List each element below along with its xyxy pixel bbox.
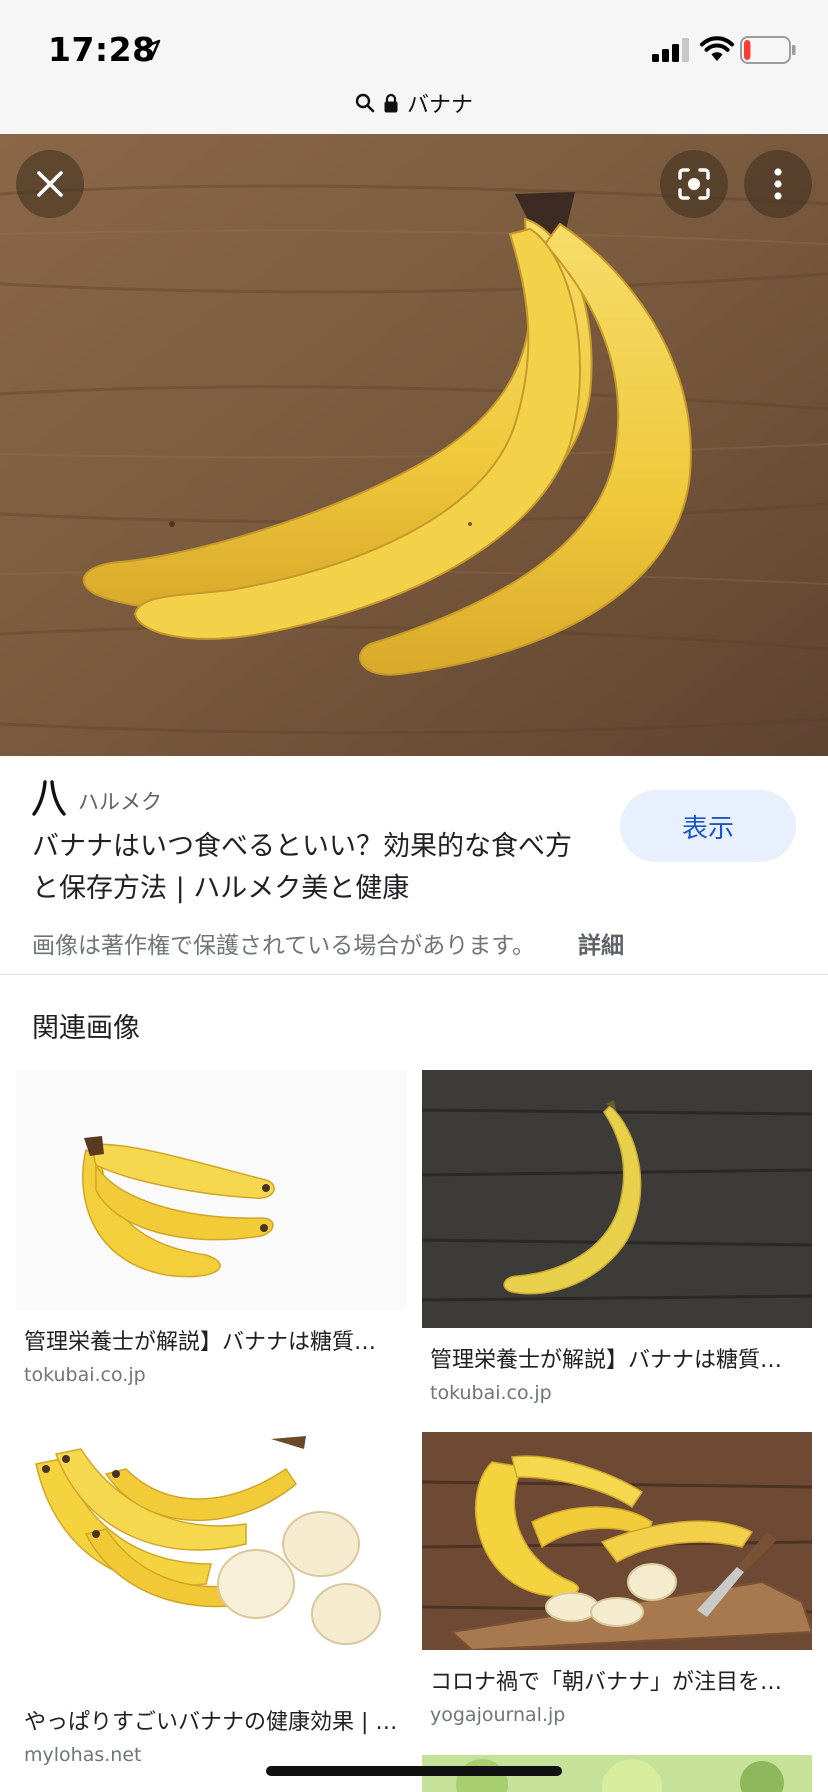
related-title[interactable]: やっぱりすごいバナナの健康効果 | mylohas [24, 1704, 398, 1736]
related-image-card[interactable]: 管理栄養士が解説】バナナは糖質が多い？ tokubai.co.jp [16, 1070, 406, 1386]
home-indicator[interactable] [266, 1766, 562, 1776]
close-button[interactable] [16, 150, 84, 218]
related-image-card[interactable]: やっぱりすごいバナナの健康効果 | mylohas mylohas.net [16, 1414, 406, 1766]
close-icon [37, 171, 63, 197]
result-title[interactable]: バナナはいつ食べるといい？効果的な食べ方と保存方法 | ハルメク美と健康 [32, 826, 592, 910]
related-thumbnail [422, 1432, 812, 1650]
related-thumbnail [422, 1070, 812, 1328]
related-title[interactable]: 管理栄養士が解説】バナナは糖質が多い？ [430, 1342, 804, 1374]
divider [0, 974, 828, 975]
hero-image[interactable] [0, 134, 828, 756]
harumeku-logo-icon [32, 780, 66, 816]
search-icon [355, 93, 375, 113]
wifi-icon [700, 36, 734, 61]
url-text: バナナ [406, 93, 473, 118]
related-domain: mylohas.net [24, 1744, 142, 1766]
source-name[interactable]: ハルメク [78, 786, 162, 816]
lock-icon [384, 93, 398, 113]
lens-icon [678, 168, 710, 200]
related-thumbnail [16, 1070, 406, 1310]
related-image-card[interactable]: 管理栄養士が解説】バナナは糖質が多い？ tokubai.co.jp [422, 1070, 812, 1404]
url-bar[interactable]: バナナ [0, 86, 828, 120]
view-button[interactable]: 表示 [620, 790, 796, 862]
battery-icon [740, 36, 796, 64]
related-images-heading: 関連画像 [32, 1013, 140, 1044]
details-link[interactable]: 詳細 [578, 926, 624, 960]
related-image-card[interactable]: コロナ禍で「朝バナナ」が注目を集める理由 yogajournal.jp [422, 1432, 812, 1726]
status-bar: 17:28 バナナ [0, 0, 828, 134]
related-domain: tokubai.co.jp [430, 1382, 552, 1404]
related-thumbnail [16, 1414, 406, 1690]
location-arrow-icon [139, 39, 161, 61]
copyright-notice: 画像は著作権で保護されている場合があります。 [32, 933, 536, 959]
related-title[interactable]: 管理栄養士が解説】バナナは糖質が多い？ [24, 1324, 398, 1356]
cellular-signal-icon [652, 38, 689, 62]
more-vertical-icon [774, 168, 782, 200]
related-title[interactable]: コロナ禍で「朝バナナ」が注目を集める理由 [430, 1664, 804, 1696]
banana-photo [0, 134, 828, 756]
source-logo [32, 780, 66, 816]
more-options-button[interactable] [744, 150, 812, 218]
related-domain: yogajournal.jp [430, 1704, 566, 1726]
related-domain: tokubai.co.jp [24, 1364, 146, 1386]
lens-search-button[interactable] [660, 150, 728, 218]
